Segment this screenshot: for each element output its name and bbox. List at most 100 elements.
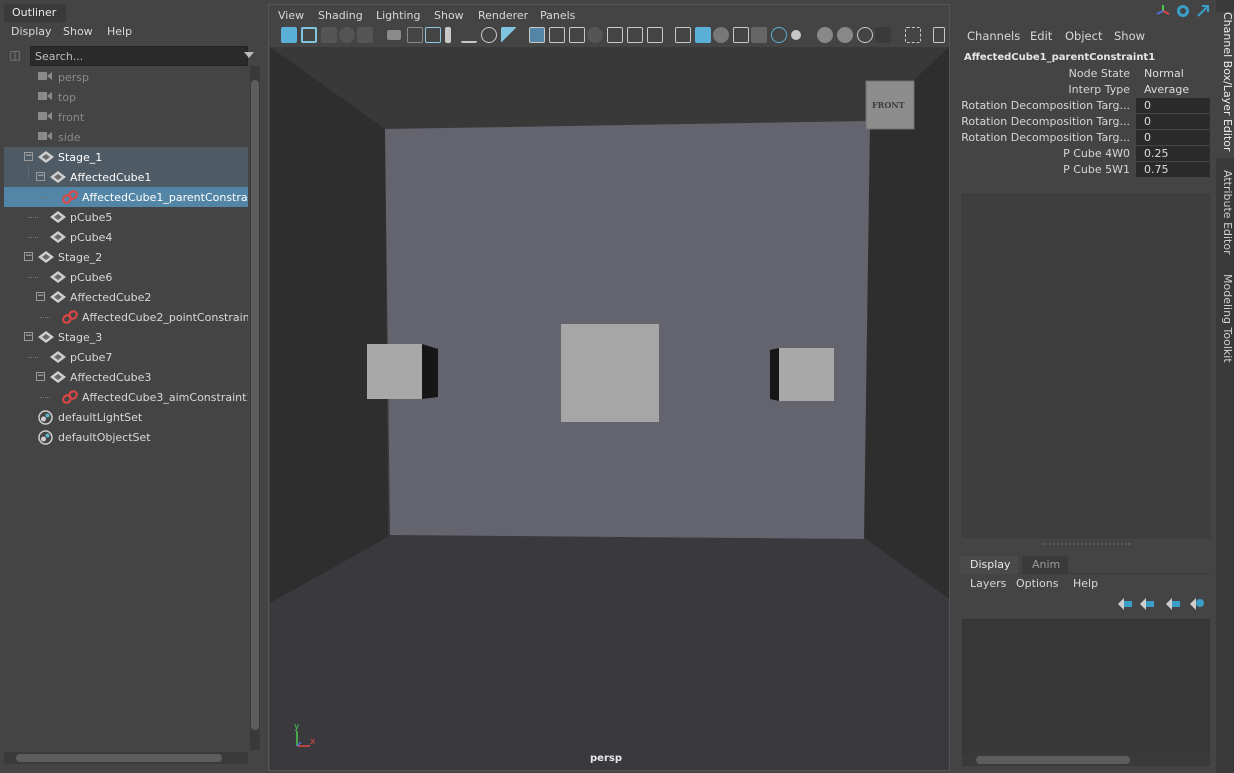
tree-row-pcube6[interactable]: pCube6 [4, 267, 248, 287]
collapse-toggle-icon[interactable]: − [36, 372, 45, 381]
panel-layout-icon[interactable] [933, 27, 945, 43]
attr-row-interp-type[interactable]: Interp Type Average [954, 82, 1216, 98]
axis-icon[interactable] [1156, 4, 1170, 18]
right-cube[interactable] [779, 348, 834, 401]
options-menu[interactable]: Options [1016, 577, 1058, 590]
help-menu[interactable]: Help [1073, 577, 1098, 590]
ambient-occlusion-icon[interactable] [817, 27, 833, 43]
attr-value[interactable]: Normal [1136, 66, 1210, 81]
tab-attribute-editor[interactable]: Attribute Editor [1216, 170, 1234, 260]
tree-row-affectedcube2-pointconstraint[interactable]: AffectedCube2_pointConstraint1 [4, 307, 248, 327]
outliner-title-tab[interactable]: Outliner [4, 4, 66, 22]
outliner-horizontal-scrollbar[interactable] [4, 752, 248, 764]
attr-row-rotation-decomp-1[interactable]: Rotation Decomposition Targ... 0 [954, 98, 1216, 114]
edit-menu[interactable]: Edit [1030, 29, 1052, 43]
attr-value[interactable]: 0 [1136, 98, 1210, 113]
textured-icon[interactable] [607, 27, 623, 43]
grid-toggle-icon[interactable] [529, 27, 545, 43]
tab-display[interactable]: Display [960, 556, 1018, 574]
object-menu[interactable]: Object [1065, 29, 1102, 43]
collapse-toggle-icon[interactable]: − [24, 252, 33, 261]
xray-active-icon[interactable] [733, 27, 749, 43]
pencil-icon[interactable] [501, 27, 517, 43]
tree-row-defaultobjectset[interactable]: defaultObjectSet [4, 427, 248, 447]
camera-attributes-icon[interactable] [387, 30, 401, 40]
viewport-scene[interactable]: y x FRONT persp [270, 47, 949, 770]
tree-row-front[interactable]: front [4, 107, 248, 127]
viewport-menu-shading[interactable]: Shading [318, 9, 363, 22]
attr-value[interactable]: 0.75 [1136, 162, 1210, 177]
center-cube[interactable] [561, 324, 659, 422]
frame-icon[interactable] [301, 27, 317, 43]
panel-splitter[interactable] [1042, 543, 1130, 545]
tab-modeling-toolkit[interactable]: Modeling Toolkit [1216, 274, 1234, 374]
move-layer-down-icon[interactable] [1140, 598, 1154, 610]
pin-icon[interactable] [445, 27, 451, 43]
sync-icon[interactable] [1176, 4, 1190, 18]
outliner-menu-show[interactable]: Show [63, 25, 93, 38]
shadows-icon[interactable] [627, 27, 643, 43]
attr-row-pcube4w0[interactable]: P Cube 4W0 0.25 [954, 146, 1216, 162]
camera-gate-icon[interactable] [875, 27, 891, 43]
bookmark-icon[interactable] [321, 27, 337, 43]
show-menu[interactable]: Show [1114, 29, 1145, 43]
tree-row-pcube7[interactable]: pCube7 [4, 347, 248, 367]
layers-menu[interactable]: Layers [970, 577, 1006, 590]
attr-row-node-state[interactable]: Node State Normal [954, 66, 1216, 82]
xray-joints-icon[interactable] [713, 27, 729, 43]
sphere-icon[interactable] [339, 27, 355, 43]
tree-row-persp[interactable]: persp [4, 67, 248, 87]
viewport-menu-panels[interactable]: Panels [540, 9, 575, 22]
filter-icon[interactable]: ◫ [6, 48, 24, 64]
tree-row-side[interactable]: side [4, 127, 248, 147]
pivot-icon[interactable] [481, 27, 497, 43]
tab-channel-box-layer-editor[interactable]: Channel Box/Layer Editor [1216, 12, 1234, 158]
light-icon[interactable] [791, 30, 801, 40]
xray-icon[interactable] [695, 27, 711, 43]
attr-row-rotation-decomp-2[interactable]: Rotation Decomposition Targ... 0 [954, 114, 1216, 130]
grid-snap-icon[interactable] [461, 27, 477, 43]
node-name[interactable]: AffectedCube1_parentConstraint1 [964, 52, 1155, 63]
collapse-toggle-icon[interactable]: − [36, 172, 45, 181]
resolution-gate-icon[interactable] [425, 27, 441, 43]
viewport-menu-renderer[interactable]: Renderer [478, 9, 528, 22]
tree-row-affectedcube3[interactable]: − AffectedCube3 [4, 367, 248, 387]
select-tool-icon[interactable] [905, 27, 921, 43]
tree-row-affectedcube2[interactable]: − AffectedCube2 [4, 287, 248, 307]
scrollbar-thumb[interactable] [976, 756, 1130, 764]
wireframe-icon[interactable] [549, 27, 565, 43]
attr-row-pcube5w1[interactable]: P Cube 5W1 0.75 [954, 162, 1216, 178]
tree-row-pcube5[interactable]: pCube5 [4, 207, 248, 227]
film-gate-icon[interactable] [407, 27, 423, 43]
depth-of-field-icon[interactable] [857, 27, 873, 43]
tree-row-affectedcube1-parentconstraint[interactable]: AffectedCube1_parentConstraint1 [4, 187, 248, 207]
tree-row-affectedcube1[interactable]: − AffectedCube1 [4, 167, 248, 187]
scrollbar-thumb[interactable] [251, 80, 259, 730]
select-camera-icon[interactable] [281, 27, 297, 43]
anti-aliasing-icon[interactable] [837, 27, 853, 43]
lighting-icon[interactable] [587, 27, 603, 43]
expand-icon[interactable] [1196, 4, 1210, 18]
tree-row-defaultlightset[interactable]: defaultLightSet [4, 407, 248, 427]
isolate-icon[interactable] [675, 27, 691, 43]
attr-value[interactable]: 0.25 [1136, 146, 1210, 161]
channels-menu[interactable]: Channels [967, 29, 1020, 43]
tab-anim[interactable]: Anim [1022, 556, 1068, 574]
outliner-menu-help[interactable]: Help [107, 25, 132, 38]
outliner-search-input[interactable]: Search... [30, 46, 248, 66]
text-icon[interactable] [647, 27, 663, 43]
attr-value[interactable]: 0 [1136, 114, 1210, 129]
motion-blur-icon[interactable] [771, 27, 787, 43]
tree-row-stage-1[interactable]: − Stage_1 [4, 147, 248, 167]
viewport-menu-view[interactable]: View [278, 9, 304, 22]
image-plane-icon[interactable] [357, 27, 373, 43]
outliner-vertical-scrollbar[interactable] [250, 66, 260, 750]
search-dropdown-arrow-icon[interactable] [244, 52, 254, 58]
outliner-menu-display[interactable]: Display [11, 25, 52, 38]
checker-icon[interactable] [751, 27, 767, 43]
tree-row-top[interactable]: top [4, 87, 248, 107]
collapse-toggle-icon[interactable]: − [24, 332, 33, 341]
collapse-toggle-icon[interactable]: − [36, 292, 45, 301]
tree-row-affectedcube3-aimconstraint[interactable]: AffectedCube3_aimConstraint1 [4, 387, 248, 407]
left-cube[interactable] [367, 344, 422, 399]
